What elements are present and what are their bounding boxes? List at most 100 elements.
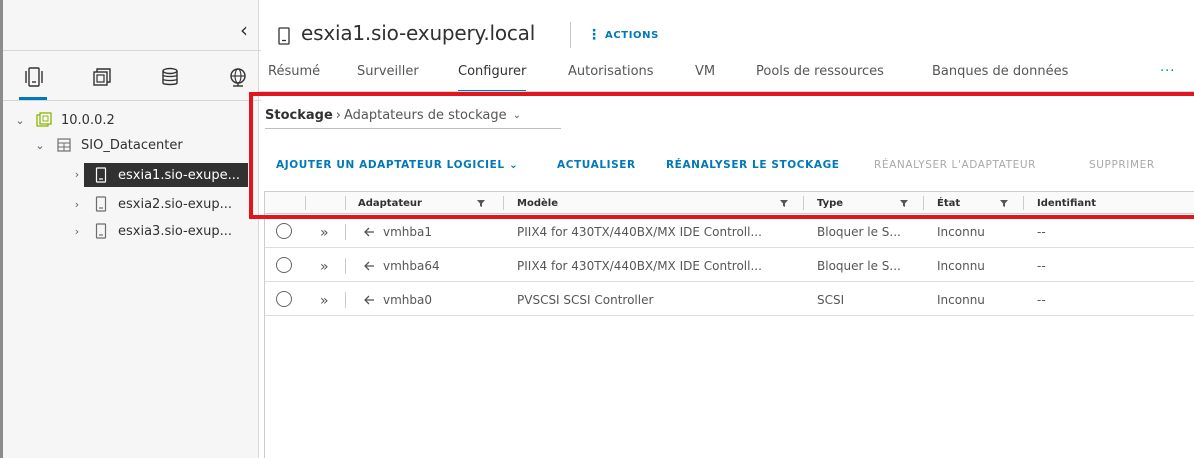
storage-adapter-icon xyxy=(364,261,374,271)
actions-label: ACTIONS xyxy=(605,29,659,41)
filter-icon[interactable] xyxy=(899,198,909,208)
chevron-down-icon[interactable]: ⌄ xyxy=(33,139,47,152)
breadcrumb-separator: › xyxy=(335,108,341,123)
actions-menu-button[interactable]: ⋮ ACTIONS xyxy=(587,27,659,43)
column-header-type[interactable]: Type xyxy=(817,192,843,214)
cell-type: Bloquer le S... xyxy=(817,258,901,273)
column-separator xyxy=(1023,196,1024,210)
chevron-left-icon: ‹ xyxy=(240,18,248,42)
tree-node-label: esxia3.sio-exup... xyxy=(118,223,233,239)
cell-status: Inconnu xyxy=(937,258,985,273)
tab-datastores[interactable]: Banques de données xyxy=(932,64,1068,79)
divider xyxy=(259,91,1194,92)
collapse-sidebar-button[interactable]: ‹ xyxy=(235,20,253,40)
tab-resource-pools[interactable]: Pools de ressources xyxy=(756,64,884,79)
vcenter-icon xyxy=(35,112,53,128)
filter-icon[interactable] xyxy=(999,198,1009,208)
row-select-radio[interactable] xyxy=(276,291,292,307)
cell-identifier: -- xyxy=(1037,258,1046,273)
row-expand-button[interactable]: » xyxy=(320,293,329,309)
cell-type: SCSI xyxy=(817,292,845,307)
cell-type: Bloquer le S... xyxy=(817,224,901,239)
chevron-right-icon[interactable]: › xyxy=(70,163,84,187)
column-separator xyxy=(923,196,924,210)
row-expand-button[interactable]: » xyxy=(320,259,329,275)
filter-icon[interactable] xyxy=(779,198,789,208)
cell-model: PIIX4 for 430TX/440BX/MX IDE Controll... xyxy=(517,258,762,273)
divider xyxy=(570,22,571,48)
filter-icon[interactable] xyxy=(476,198,486,208)
tree-node-label: SIO_Datacenter xyxy=(81,137,183,153)
cell-identifier: -- xyxy=(1037,292,1046,307)
storage-adapter-icon xyxy=(364,295,374,305)
tab-permissions[interactable]: Autorisations xyxy=(568,64,654,79)
tree-node-datacenter[interactable]: ⌄ SIO_Datacenter xyxy=(33,133,253,157)
column-header-status[interactable]: État xyxy=(937,192,960,214)
host-icon xyxy=(92,223,110,239)
storage-icon[interactable] xyxy=(157,64,183,90)
page-title: esxia1.sio-exupery.local xyxy=(301,21,536,45)
cell-status: Inconnu xyxy=(937,224,985,239)
host-icon xyxy=(92,196,110,212)
add-software-adapter-button[interactable]: AJOUTER UN ADAPTATEUR LOGICIEL ⌄ xyxy=(276,159,518,171)
chevron-right-icon[interactable]: › xyxy=(70,198,84,211)
breadcrumb-storage[interactable]: Stockage xyxy=(265,108,333,123)
host-icon xyxy=(277,27,291,45)
column-separator xyxy=(305,196,306,210)
cell-adapter: vmhba64 xyxy=(383,258,440,273)
tree-node-host-esxia3[interactable]: › esxia3.sio-exup... xyxy=(70,219,250,243)
cell-identifier: -- xyxy=(1037,224,1046,239)
cell-adapter: vmhba0 xyxy=(383,292,433,307)
hosts-and-clusters-icon[interactable] xyxy=(21,64,47,90)
tree-node-label: esxia1.sio-exupe... xyxy=(118,167,241,183)
networking-icon[interactable] xyxy=(225,64,251,90)
tab-monitor[interactable]: Surveiller xyxy=(357,64,419,79)
storage-adapter-icon xyxy=(364,227,374,237)
tree-node-label: esxia2.sio-exup... xyxy=(118,196,233,212)
column-separator xyxy=(345,258,346,274)
column-header-identifier[interactable]: Identifiant xyxy=(1037,192,1096,214)
tree-node-vcenter[interactable]: ⌄ 10.0.0.2 xyxy=(13,108,253,132)
column-header-model[interactable]: Modèle xyxy=(517,192,558,214)
tree-node-label: 10.0.0.2 xyxy=(61,112,115,128)
column-header-adapter[interactable]: Adaptateur xyxy=(358,192,422,214)
row-expand-button[interactable]: » xyxy=(320,225,329,241)
rescan-adapter-button[interactable]: RÉANALYSER L'ADAPTATEUR xyxy=(874,159,1036,171)
rescan-storage-button[interactable]: RÉANALYSER LE STOCKAGE xyxy=(666,159,840,171)
table-row[interactable]: » vmhba1 PIIX4 for 430TX/440BX/MX IDE Co… xyxy=(265,215,1194,248)
chevron-down-icon[interactable]: ⌄ xyxy=(13,114,27,127)
divider xyxy=(3,50,261,51)
tree-node-host-esxia2[interactable]: › esxia2.sio-exup... xyxy=(70,192,250,216)
grid-header: Adaptateur Modèle Type État Identifiant xyxy=(265,192,1194,214)
column-separator xyxy=(803,196,804,210)
refresh-button[interactable]: ACTUALISER xyxy=(557,159,636,171)
divider xyxy=(3,100,261,101)
breadcrumb-storage-adapters[interactable]: Adaptateurs de stockage xyxy=(344,108,507,123)
delete-button[interactable]: SUPPRIMER xyxy=(1089,159,1155,171)
tree-node-host-esxia1[interactable]: › esxia1.sio-exupe... xyxy=(70,163,248,187)
tab-summary[interactable]: Résumé xyxy=(268,64,320,79)
cell-adapter: vmhba1 xyxy=(383,224,433,239)
kebab-icon: ⋮ xyxy=(587,27,601,43)
breadcrumb-underline xyxy=(265,128,561,129)
cell-model: PIIX4 for 430TX/440BX/MX IDE Controll... xyxy=(517,224,762,239)
storage-adapters-grid: Adaptateur Modèle Type État Identifiant … xyxy=(264,191,1194,458)
table-row[interactable]: » vmhba0 PVSCSI SCSI Controller SCSI Inc… xyxy=(265,283,1194,316)
tab-vms[interactable]: VM xyxy=(695,64,715,79)
navigator-sidebar: ‹ ⌄ 10.0.0.2 ⌄ SIO_Datacenter › esxia1.s… xyxy=(0,0,261,458)
chevron-right-icon[interactable]: › xyxy=(70,225,84,238)
column-separator xyxy=(345,224,346,240)
datacenter-icon xyxy=(55,137,73,153)
chevron-down-icon[interactable]: ⌄ xyxy=(513,110,521,121)
divider xyxy=(258,0,259,458)
more-tabs-button[interactable]: ··· xyxy=(1160,64,1175,79)
inventory-view-switcher xyxy=(21,64,251,90)
row-select-radio[interactable] xyxy=(276,257,292,273)
row-select-radio[interactable] xyxy=(276,223,292,239)
tab-configure[interactable]: Configurer xyxy=(458,64,527,93)
column-separator xyxy=(503,196,504,210)
host-icon xyxy=(92,167,110,183)
column-separator xyxy=(345,292,346,308)
vms-and-templates-icon[interactable] xyxy=(89,64,115,90)
table-row[interactable]: » vmhba64 PIIX4 for 430TX/440BX/MX IDE C… xyxy=(265,249,1194,282)
